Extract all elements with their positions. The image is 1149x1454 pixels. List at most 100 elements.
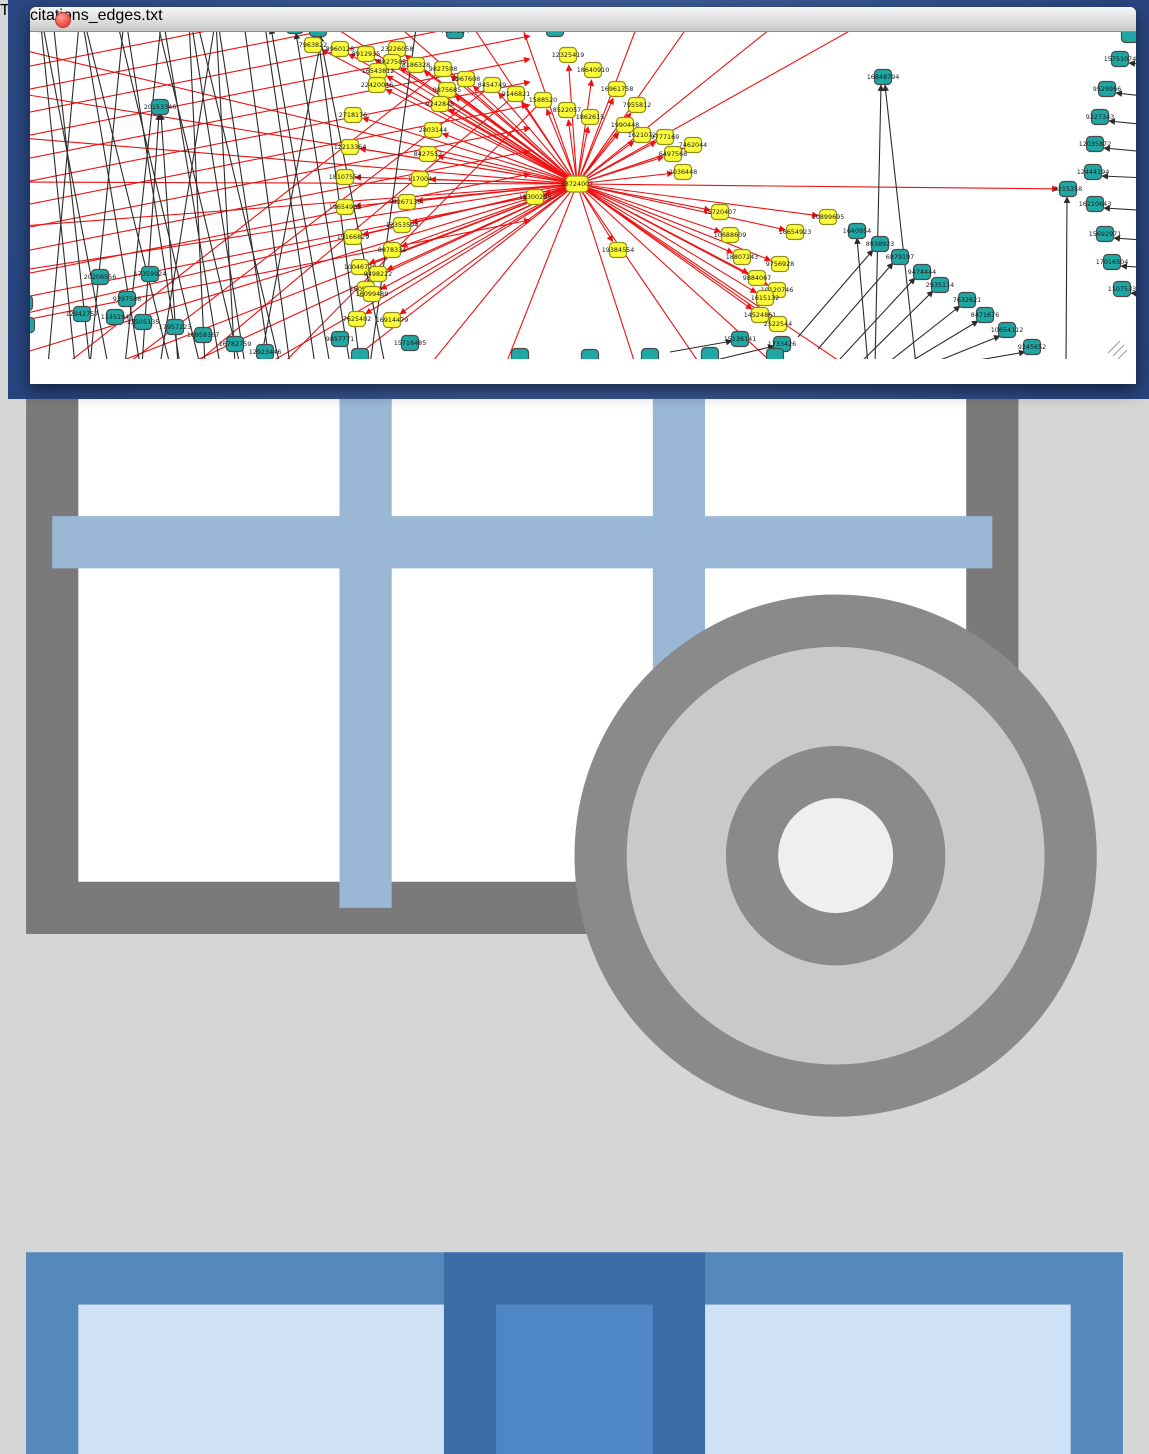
graph-node-label: 20206556 xyxy=(84,273,117,281)
graph-node-label: 19654985 xyxy=(329,203,362,211)
graph-node-label: 7963822 xyxy=(299,41,327,49)
desktop-background: citations_edges.txt 18724007 796382289601… xyxy=(8,0,1149,399)
graph-node-label: 10654112 xyxy=(991,326,1024,334)
graph-node-label: 8960128 xyxy=(326,45,354,53)
graph-node-label: 17957223 xyxy=(159,323,192,331)
graph-node-label: 9474444 xyxy=(908,268,936,276)
graph-node-label: 15716485 xyxy=(394,339,427,347)
graph-node-label: 1588520 xyxy=(529,96,557,104)
graph-node[interactable] xyxy=(512,349,529,360)
graph-node-label: 2967608 xyxy=(452,75,480,83)
graph-node-label: 9777169 xyxy=(651,133,679,141)
graph-node-label: 19166829 xyxy=(337,233,370,241)
canvas-resize-grip[interactable] xyxy=(1108,341,1127,359)
graph-node-label: 18807243 xyxy=(726,253,759,261)
graph-node-label: 16782759 xyxy=(219,340,252,348)
graph-node-label: 16210643 xyxy=(1079,200,1112,208)
graph-node-label: 23226058 xyxy=(381,45,414,53)
graph-node-label: 8938923 xyxy=(866,240,894,248)
graph-node-label: 7632621 xyxy=(953,296,981,304)
graph-node-label: 7462044 xyxy=(679,141,707,149)
graph-node-label: 15136141 xyxy=(724,335,757,343)
graph-node[interactable] xyxy=(642,349,659,360)
graph-node-label: 8912935 xyxy=(352,50,380,58)
graph-node-label: 9146821 xyxy=(502,90,530,98)
window-title: citations_edges.txt xyxy=(30,7,1136,25)
graph-node-label: 12213364 xyxy=(334,143,367,151)
graph-node-label: 6497568 xyxy=(659,150,687,158)
graph-node-label: 13505135 xyxy=(127,318,160,326)
graph-node-label: 8878334 xyxy=(378,246,406,254)
graph-node-label: 16543812 xyxy=(362,67,395,75)
graph-node[interactable] xyxy=(582,350,599,360)
graph-node-label: 1107533 xyxy=(1108,285,1136,293)
graph-node-label: 8186328 xyxy=(402,61,430,69)
close-window-button[interactable] xyxy=(55,12,71,28)
graph-node-label: 6879197 xyxy=(886,253,914,261)
graph-node-label: 9827508 xyxy=(429,65,457,73)
graph-node[interactable] xyxy=(702,348,719,360)
graph-node-label: 2935114 xyxy=(926,281,954,289)
graph-node-label: 22420046 xyxy=(361,81,394,89)
graph-node-label: 1733426 xyxy=(768,340,796,348)
graph-node-label: 9884067 xyxy=(743,274,771,282)
graph-node-label: 19384554 xyxy=(602,246,635,254)
graph-node-label: 12942757 xyxy=(66,310,99,318)
graph-node-label: 9242848 xyxy=(426,100,454,108)
graph-node-label: 12444194 xyxy=(1077,168,1110,176)
zoom-window-button[interactable] xyxy=(30,12,44,26)
graph-node-label: 8454749 xyxy=(478,81,506,89)
graph-node-label: 9756928 xyxy=(766,260,794,268)
graph-node[interactable] xyxy=(30,296,33,311)
window-titlebar[interactable]: citations_edges.txt xyxy=(30,7,1136,32)
graph-node-label: 12923446 xyxy=(249,348,282,356)
graph-node-label: 9875685 xyxy=(433,86,461,94)
graph-node-label: 8427552 xyxy=(414,150,442,158)
graph-node-label: 18107554 xyxy=(329,173,362,181)
network-canvas[interactable]: 18724007 79638228960128891293523226058 982… xyxy=(30,7,1136,364)
graph-node-label: 117004 xyxy=(408,175,432,183)
network-view-window[interactable]: citations_edges.txt 18724007 796382289601… xyxy=(30,7,1136,384)
graph-node-label: 18640910 xyxy=(577,66,610,74)
graph-node-label: 16099489 xyxy=(356,290,389,298)
graph-node-label: 10899695 xyxy=(812,213,845,221)
graph-node[interactable] xyxy=(767,349,784,360)
graph-node-label: 16961758 xyxy=(601,85,634,93)
graph-node-label: 2036448 xyxy=(669,168,697,176)
graph-node-label: 7625402 xyxy=(343,315,371,323)
graph-node-label: 9857771 xyxy=(326,335,354,343)
graph-node-label: 9529966 xyxy=(1093,85,1121,93)
graph-node-label: 18300295 xyxy=(519,193,552,201)
graph-node-label: 1640954 xyxy=(843,227,871,235)
graph-node-label: 12325419 xyxy=(552,51,585,59)
graph-node-label: 18724007 xyxy=(561,180,594,188)
graph-node-label: 12353594 xyxy=(386,221,419,229)
graph-node-label: 9397588 xyxy=(113,295,141,303)
graph-node-label: 8267130 xyxy=(393,198,421,206)
graph-node-label: 16914479 xyxy=(376,316,409,324)
graph-node-label: 8471676 xyxy=(971,311,999,319)
graph-node[interactable] xyxy=(30,318,35,333)
graph-node-label: 17359924 xyxy=(134,270,167,278)
graph-node-label: 9227343 xyxy=(1086,113,1114,121)
graph-node-label: 17016504 xyxy=(1096,258,1129,266)
graph-node-label: 2803144 xyxy=(419,126,447,134)
graph-node-label: 1862615 xyxy=(576,113,604,121)
graph-node-label: 15751074 xyxy=(1104,55,1136,63)
graph-node-label: 12035872 xyxy=(1079,140,1112,148)
citation-network-graph[interactable]: 18724007 79638228960128891293523226058 982… xyxy=(30,7,1136,359)
minimize-window-button[interactable] xyxy=(97,12,111,26)
graph-node-label: 2718176 xyxy=(339,111,367,119)
graph-node-label: 2522544 xyxy=(764,320,792,328)
graph-node-label: 20153346 xyxy=(144,103,177,111)
graph-node-label: 15720407 xyxy=(704,208,737,216)
graph-node-label: 16654923 xyxy=(779,228,812,236)
graph-node-label: 10688609 xyxy=(714,231,747,239)
graph-node-label: 9245652 xyxy=(1018,343,1046,351)
graph-node-label: 7955812 xyxy=(623,101,651,109)
table-settings-icon[interactable] xyxy=(0,1156,1149,1173)
graph-node-label: 9498222 xyxy=(364,270,392,278)
graph-node[interactable] xyxy=(352,349,369,360)
graph-node-label: 16958167 xyxy=(187,331,220,339)
graph-node-label: 15692971 xyxy=(1089,230,1122,238)
